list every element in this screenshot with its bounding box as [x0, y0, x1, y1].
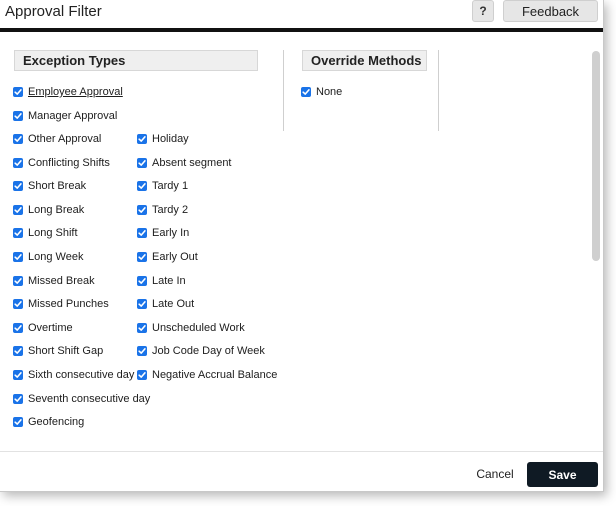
checkbox-label: Sixth consecutive day: [28, 369, 135, 381]
checkbox-checked-icon[interactable]: [137, 157, 147, 168]
exception-types-heading: Exception Types: [14, 50, 258, 71]
checkbox-row[interactable]: Late In: [137, 272, 186, 290]
checkbox-checked-icon[interactable]: [13, 417, 23, 428]
checkbox-checked-icon[interactable]: [137, 181, 147, 192]
checkbox-label: None: [316, 86, 343, 98]
header-divider: [0, 28, 603, 32]
checkbox-label: Short Shift Gap: [28, 345, 104, 358]
checkbox-row[interactable]: Tardy 2: [137, 201, 188, 219]
checkbox-label: Holiday: [152, 133, 189, 145]
checkbox-label: Tardy 2: [152, 203, 189, 216]
checkbox-checked-icon[interactable]: [13, 393, 23, 404]
checkbox-checked-icon[interactable]: [13, 299, 23, 310]
checkbox-row[interactable]: Long Week: [13, 248, 83, 266]
checkbox-checked-icon[interactable]: [301, 87, 311, 97]
checkbox-label: Job Code Day of Week: [152, 345, 265, 358]
checkbox-checked-icon[interactable]: [137, 346, 147, 357]
checkbox-checked-icon[interactable]: [13, 275, 23, 286]
checkbox-label: Long Shift: [28, 227, 78, 240]
checkbox-row[interactable]: Long Break: [13, 201, 84, 219]
checkbox-checked-icon[interactable]: [13, 370, 23, 380]
checkbox-row[interactable]: Short Shift Gap: [13, 342, 103, 360]
checkbox-row[interactable]: None: [301, 83, 342, 101]
checkbox-checked-icon[interactable]: [137, 299, 147, 310]
override-methods-heading: Override Methods: [302, 50, 427, 71]
column-divider: [438, 50, 439, 131]
checkbox-label: Negative Accrual Balance: [152, 369, 278, 381]
checkbox-row[interactable]: Long Shift: [13, 224, 78, 242]
checkbox-label: Late In: [152, 274, 186, 287]
checkbox-row[interactable]: Missed Break: [13, 272, 95, 290]
feedback-button[interactable]: Feedback: [503, 0, 598, 22]
checkbox-checked-icon[interactable]: [137, 322, 147, 333]
checkbox-label: Conflicting Shifts: [28, 156, 110, 169]
help-button[interactable]: ?: [472, 0, 494, 22]
checkbox-checked-icon[interactable]: [13, 204, 23, 215]
checkbox-row[interactable]: Early In: [137, 224, 189, 242]
checkbox-checked-icon[interactable]: [13, 346, 23, 357]
checkbox-row[interactable]: Missed Punches: [13, 295, 109, 313]
checkbox-checked-icon[interactable]: [13, 134, 23, 144]
save-button[interactable]: Save: [527, 462, 598, 487]
checkbox-label: Missed Punches: [28, 298, 109, 311]
checkbox-label: Long Week: [28, 251, 84, 263]
checkbox-label: Long Break: [28, 203, 85, 216]
approval-filter-dialog: Approval Filter ? Feedback Exception Typ…: [0, 0, 604, 492]
dialog-title: Approval Filter: [5, 3, 102, 20]
checkbox-label: Other Approval: [28, 133, 102, 145]
checkbox-row[interactable]: Unscheduled Work: [137, 319, 245, 337]
checkbox-row[interactable]: Short Break: [13, 177, 86, 195]
checkbox-checked-icon[interactable]: [137, 228, 147, 239]
checkbox-label: Seventh consecutive day: [28, 392, 151, 405]
checkbox-label: Early Out: [152, 251, 198, 263]
checkbox-label: Missed Break: [28, 274, 95, 287]
checkbox-label: Geofencing: [28, 416, 85, 429]
checkbox-row[interactable]: Other Approval: [13, 130, 101, 148]
checkbox-checked-icon[interactable]: [13, 228, 23, 239]
checkbox-checked-icon[interactable]: [137, 370, 147, 380]
scrollbar[interactable]: [592, 51, 600, 261]
checkbox-label: Tardy 1: [152, 180, 189, 193]
checkbox-row[interactable]: Holiday: [137, 130, 189, 148]
checkbox-row[interactable]: Seventh consecutive day: [13, 390, 150, 408]
checkbox-row[interactable]: Employee Approval: [13, 83, 123, 101]
checkbox-checked-icon[interactable]: [137, 204, 147, 215]
checkbox-label: Manager Approval: [28, 109, 118, 122]
checkbox-checked-icon[interactable]: [137, 252, 147, 262]
checkbox-row[interactable]: Manager Approval: [13, 107, 117, 125]
checkbox-checked-icon[interactable]: [137, 134, 147, 144]
checkbox-row[interactable]: Conflicting Shifts: [13, 154, 110, 172]
checkbox-row[interactable]: Sixth consecutive day: [13, 366, 134, 384]
checkbox-row[interactable]: Overtime: [13, 319, 73, 337]
checkbox-label: Short Break: [28, 180, 87, 193]
checkbox-row[interactable]: Absent segment: [137, 154, 232, 172]
checkbox-checked-icon[interactable]: [13, 110, 23, 121]
checkbox-row[interactable]: Late Out: [137, 295, 194, 313]
checkbox-checked-icon[interactable]: [13, 322, 23, 333]
checkbox-row[interactable]: Job Code Day of Week: [137, 342, 265, 360]
checkbox-row[interactable]: Early Out: [137, 248, 198, 266]
checkbox-label: Employee Approval: [28, 86, 123, 98]
footer-divider: [0, 451, 603, 452]
checkbox-row[interactable]: Negative Accrual Balance: [137, 366, 277, 384]
cancel-button[interactable]: Cancel: [468, 462, 522, 486]
checkbox-label: Early In: [152, 227, 190, 240]
column-divider: [283, 50, 284, 131]
checkbox-row[interactable]: Geofencing: [13, 413, 84, 431]
checkbox-label: Late Out: [152, 298, 195, 311]
checkbox-checked-icon[interactable]: [13, 181, 23, 192]
checkbox-label: Unscheduled Work: [152, 321, 245, 334]
checkbox-row[interactable]: Tardy 1: [137, 177, 188, 195]
checkbox-checked-icon[interactable]: [137, 275, 147, 286]
checkbox-checked-icon[interactable]: [13, 157, 23, 168]
checkbox-label: Absent segment: [152, 156, 232, 169]
checkbox-checked-icon[interactable]: [13, 252, 23, 262]
checkbox-label: Overtime: [28, 321, 73, 334]
checkbox-checked-icon[interactable]: [13, 87, 23, 97]
